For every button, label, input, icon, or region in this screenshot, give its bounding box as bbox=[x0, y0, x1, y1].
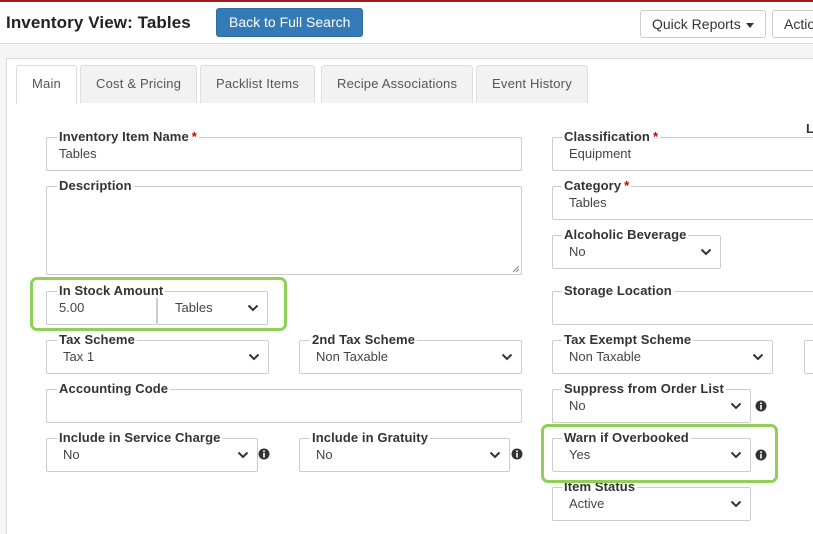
chevron-down-icon bbox=[700, 248, 712, 256]
service-charge-label: Include in Service Charge bbox=[57, 430, 223, 445]
description-label: Description bbox=[57, 178, 134, 193]
required-marker: * bbox=[624, 178, 630, 193]
classification-label-text: Classification bbox=[564, 129, 650, 144]
chevron-down-icon bbox=[247, 304, 259, 312]
classification-label: Classification * bbox=[562, 129, 661, 144]
required-marker: * bbox=[191, 129, 197, 144]
info-icon[interactable] bbox=[755, 449, 767, 461]
category-label-text: Category bbox=[564, 178, 622, 193]
chevron-down-icon bbox=[501, 353, 513, 361]
storage-location-label: Storage Location bbox=[562, 283, 674, 298]
warn-overbooked-label: Warn if Overbooked bbox=[562, 430, 691, 445]
warn-overbooked-value: Yes bbox=[569, 447, 591, 462]
second-tax-scheme-label: 2nd Tax Scheme bbox=[310, 332, 418, 347]
in-stock-amount-label: In Stock Amount bbox=[57, 283, 166, 298]
required-marker: * bbox=[652, 129, 659, 144]
second-tax-scheme-value: Non Taxable bbox=[316, 349, 389, 364]
caret-down-icon bbox=[745, 22, 754, 28]
tab-main[interactable]: Main bbox=[16, 65, 77, 104]
item-name-label: Inventory Item Name * bbox=[57, 129, 199, 144]
description-textarea[interactable] bbox=[46, 186, 522, 275]
suppress-order-list-label: Suppress from Order List bbox=[562, 381, 726, 396]
partial-field-input[interactable] bbox=[804, 340, 813, 374]
quick-reports-label: Quick Reports bbox=[652, 16, 741, 32]
page-title: Inventory View: Tables bbox=[6, 13, 191, 32]
chevron-down-icon bbox=[248, 353, 260, 361]
service-charge-value: No bbox=[63, 447, 80, 462]
suppress-order-list-value: No bbox=[569, 398, 586, 413]
tab-recipe-associations[interactable]: Recipe Associations bbox=[321, 65, 474, 103]
item-status-label: Item Status bbox=[562, 479, 638, 494]
tax-exempt-scheme-label: Tax Exempt Scheme bbox=[562, 332, 694, 347]
info-icon[interactable] bbox=[755, 400, 767, 412]
chevron-down-icon bbox=[730, 451, 742, 459]
chevron-down-icon bbox=[730, 500, 742, 508]
tab-event-history[interactable]: Event History bbox=[476, 65, 588, 103]
chevron-down-icon bbox=[752, 353, 764, 361]
item-status-value: Active bbox=[569, 496, 605, 511]
chevron-down-icon bbox=[237, 451, 249, 459]
tax-scheme-value: Tax 1 bbox=[63, 349, 95, 364]
tax-exempt-scheme-value: Non Taxable bbox=[569, 349, 642, 364]
page-header: Inventory View: Tables Back to Full Sear… bbox=[0, 2, 813, 44]
actions-button[interactable]: Actio bbox=[772, 10, 813, 38]
info-icon[interactable] bbox=[511, 448, 523, 460]
tab-cost-pricing[interactable]: Cost & Pricing bbox=[80, 65, 198, 103]
in-stock-unit-value: Tables bbox=[175, 300, 213, 315]
info-icon[interactable] bbox=[258, 448, 270, 460]
alcoholic-beverage-value: No bbox=[569, 244, 586, 259]
chevron-down-icon bbox=[730, 402, 742, 410]
chevron-down-icon bbox=[489, 451, 501, 459]
back-to-full-search-button[interactable]: Back to Full Search bbox=[216, 8, 364, 37]
in-stock-unit-select[interactable]: Tables bbox=[157, 291, 268, 325]
cutoff-label: L bbox=[806, 121, 813, 136]
resize-grip-icon[interactable] bbox=[512, 265, 520, 273]
accounting-code-label: Accounting Code bbox=[57, 381, 171, 396]
quick-reports-button[interactable]: Quick Reports bbox=[640, 10, 766, 38]
tab-packlist-items[interactable]: Packlist Items bbox=[200, 65, 315, 103]
alcoholic-beverage-label: Alcoholic Beverage bbox=[562, 227, 689, 242]
category-label: Category * bbox=[562, 178, 632, 193]
gratuity-value: No bbox=[316, 447, 333, 462]
item-name-label-text: Inventory Item Name bbox=[59, 129, 189, 144]
gratuity-label: Include in Gratuity bbox=[310, 430, 431, 445]
tax-scheme-label: Tax Scheme bbox=[57, 332, 137, 347]
